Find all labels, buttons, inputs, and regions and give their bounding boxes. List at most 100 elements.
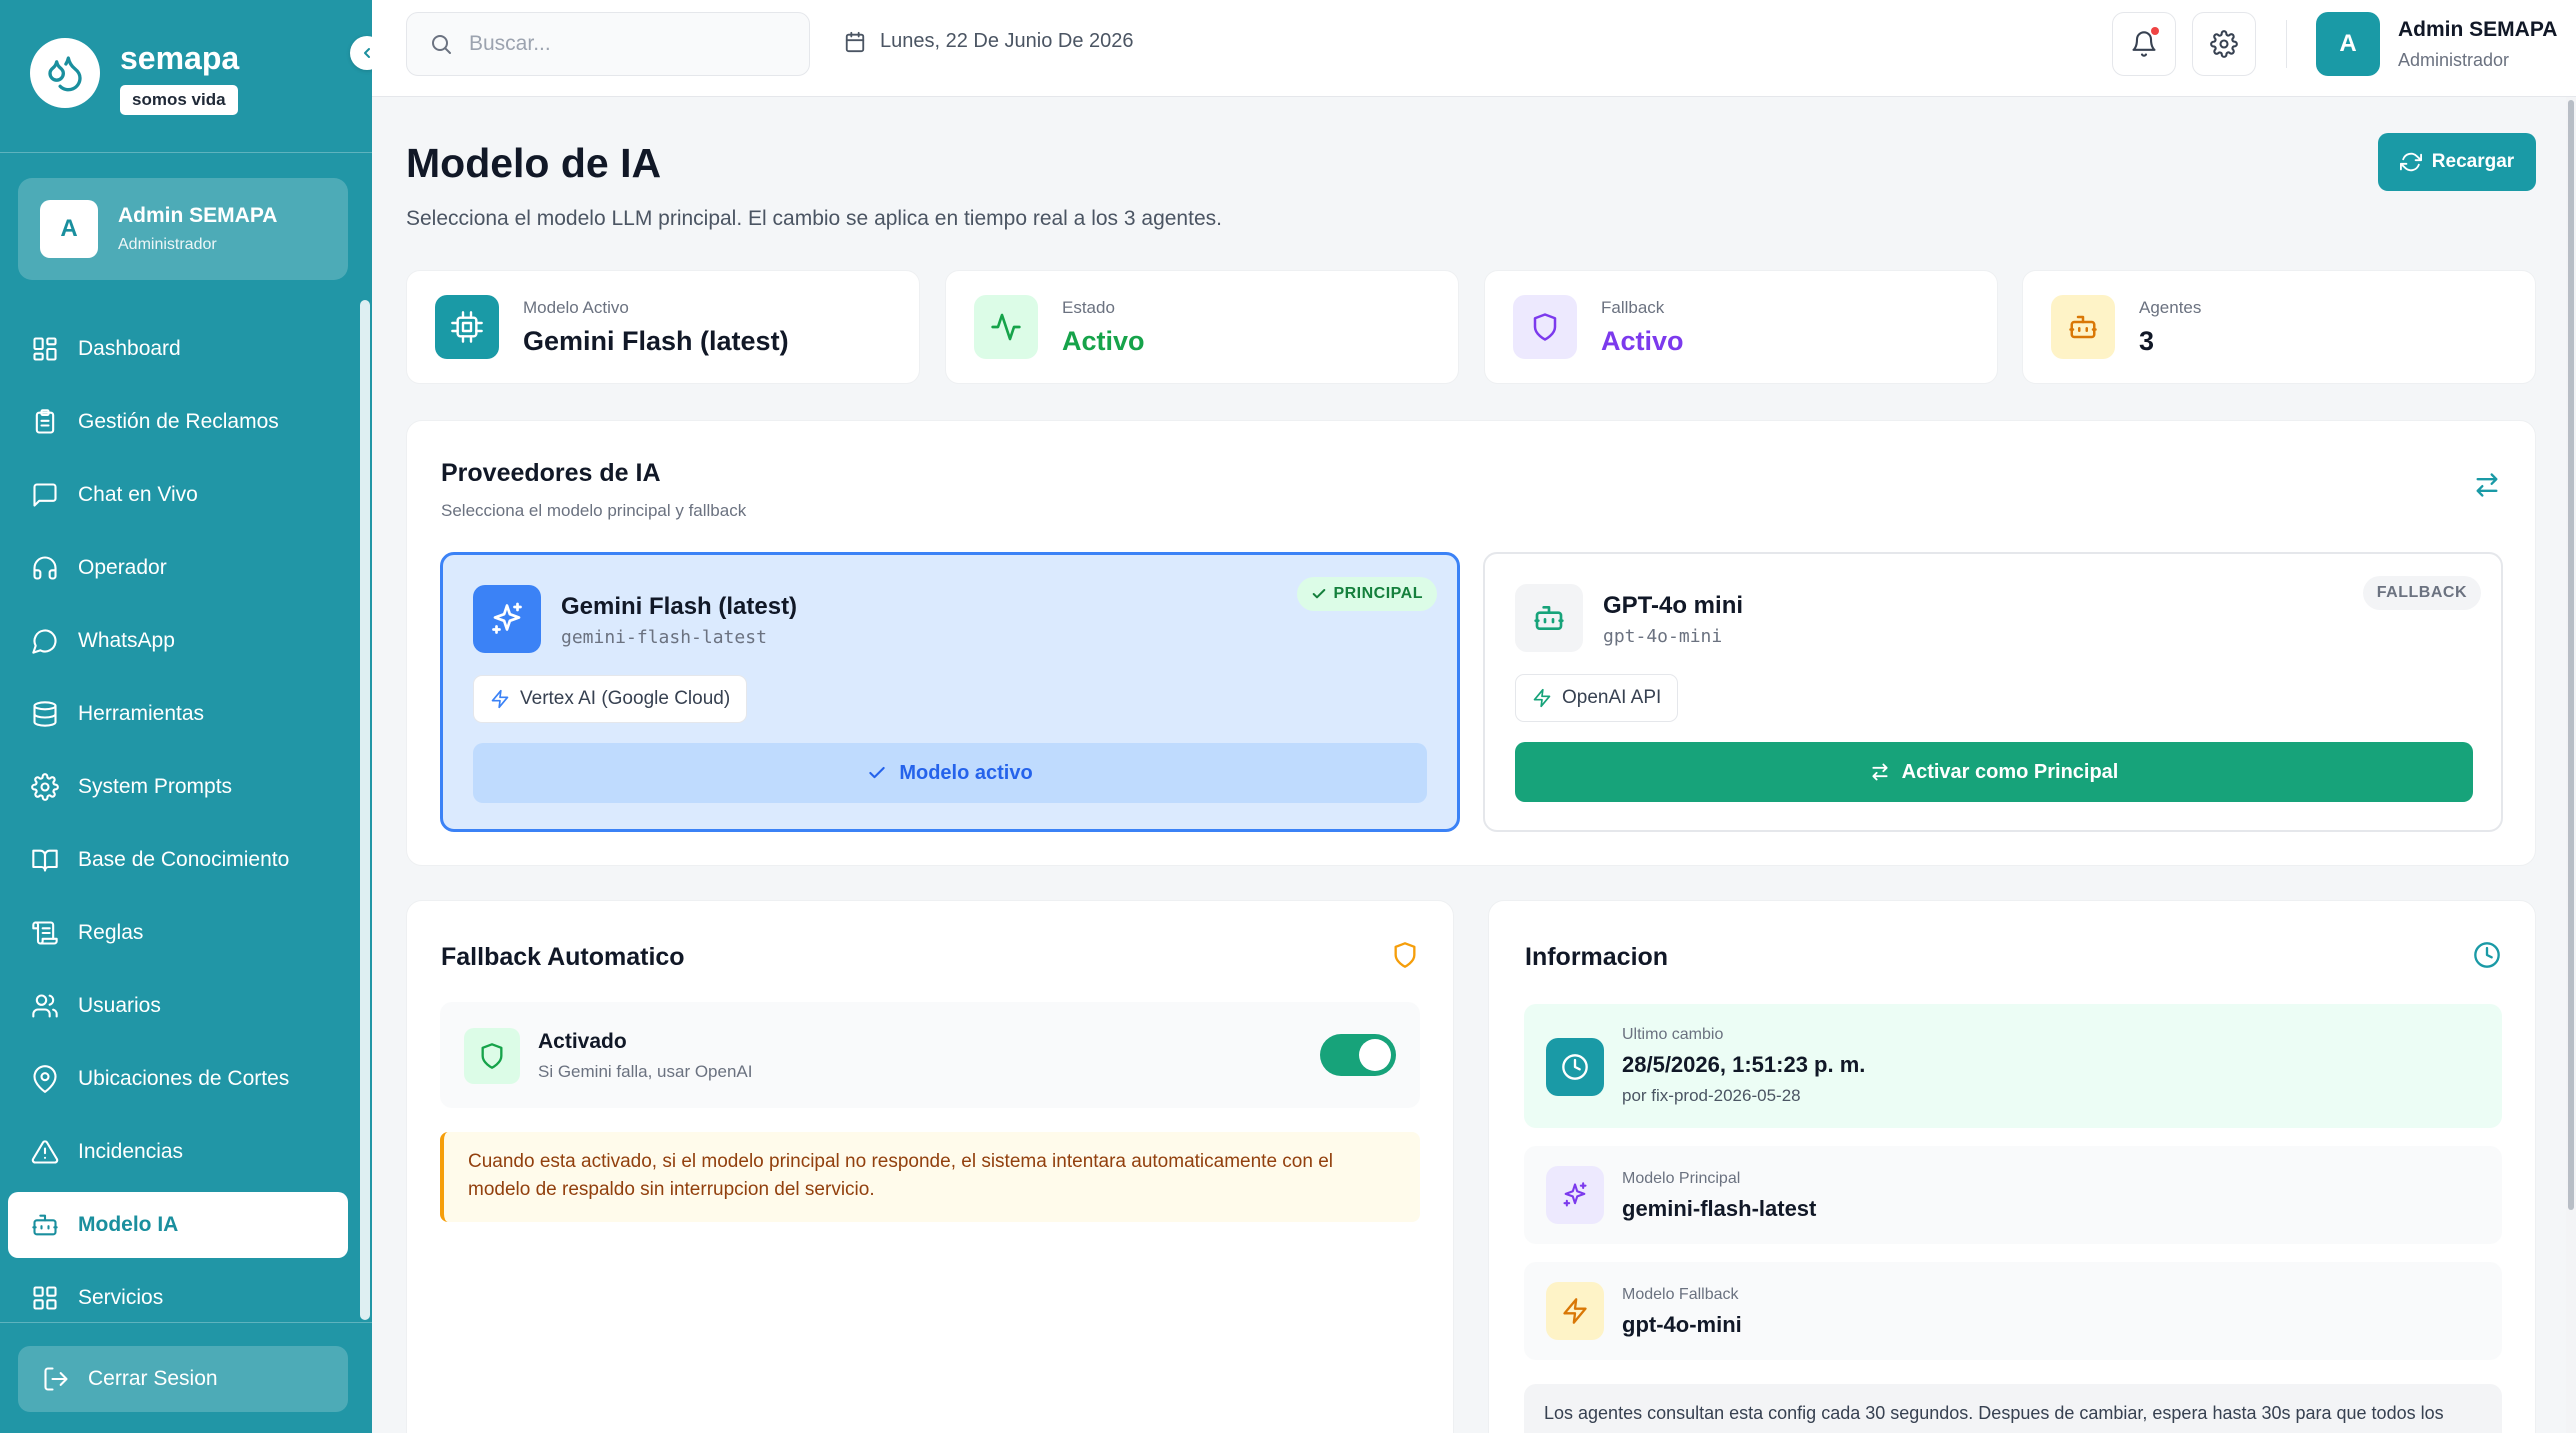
topbar-divider (2286, 20, 2287, 68)
sidebar-item-reclamos[interactable]: Gestión de Reclamos (8, 389, 348, 455)
provider-card-gpt[interactable]: GPT-4o mini gpt-4o-mini FALLBACK OpenAI … (1483, 552, 2503, 832)
sidebar-item-label: Reglas (78, 921, 144, 944)
active-model-label: Modelo activo (899, 761, 1033, 784)
sidebar-item-modelo-ia[interactable]: Modelo IA (8, 1192, 348, 1258)
sidebar-item-usuarios[interactable]: Usuarios (8, 973, 348, 1039)
water-drop-logo-icon (30, 38, 100, 108)
sidebar-item-incidencias[interactable]: Incidencias (8, 1119, 348, 1185)
sidebar-user-role: Administrador (118, 236, 217, 253)
stat-value: Gemini Flash (latest) (523, 325, 789, 356)
swap-icon[interactable] (2473, 471, 2501, 499)
sidebar-item-dashboard[interactable]: Dashboard (8, 316, 348, 382)
sparkles-icon (473, 585, 541, 653)
topbar-user-menu[interactable]: A Admin SEMAPA Administrador (2316, 12, 2557, 76)
sidebar-item-reglas[interactable]: Reglas (8, 900, 348, 966)
sidebar-item-ubicaciones[interactable]: Ubicaciones de Cortes (8, 1046, 348, 1112)
fallback-warning: Cuando esta activado, si el modelo princ… (440, 1132, 1420, 1222)
settings-button[interactable] (2192, 12, 2256, 76)
clock-icon (2473, 941, 2501, 969)
sidebar-scrollbar[interactable] (360, 300, 370, 1320)
refresh-icon (2399, 151, 2422, 173)
activate-principal-button[interactable]: Activar como Principal (1515, 742, 2473, 802)
info-extra: por fix-prod-2026-05-28 (1622, 1086, 1801, 1105)
shield-icon (1513, 295, 1577, 359)
info-value: gpt-4o-mini (1622, 1312, 1742, 1337)
sidebar-item-system-prompts[interactable]: System Prompts (8, 754, 348, 820)
book-icon (30, 845, 60, 875)
info-note: Los agentes consultan esta config cada 3… (1524, 1384, 2502, 1433)
stat-value: 3 (2139, 325, 2155, 356)
sidebar-nav: Dashboard Gestión de Reclamos Chat en Vi… (8, 316, 348, 1338)
gear-icon (2210, 30, 2238, 58)
sidebar-item-herramientas[interactable]: Herramientas (8, 681, 348, 747)
brand-name: semapa (120, 40, 240, 76)
page-scrollbar[interactable] (2568, 100, 2574, 1210)
sidebar-item-label: Servicios (78, 1286, 164, 1309)
lightning-icon (1532, 688, 1552, 708)
info-label: Modelo Fallback (1622, 1286, 1739, 1303)
provider-label: OpenAI API (1562, 687, 1662, 708)
fallback-status-label: Activado (538, 1030, 627, 1053)
database-icon (30, 699, 60, 729)
active-model-button[interactable]: Modelo activo (473, 743, 1427, 803)
clipboard-icon (30, 407, 60, 437)
sidebar-item-base-conocimiento[interactable]: Base de Conocimiento (8, 827, 348, 893)
sidebar-item-label: WhatsApp (78, 629, 175, 652)
stat-card-active-model: Modelo Activo Gemini Flash (latest) (406, 270, 920, 384)
info-primary-model: Modelo Principal gemini-flash-latest (1524, 1146, 2502, 1244)
info-label: Ultimo cambio (1622, 1026, 1724, 1043)
info-label: Modelo Principal (1622, 1170, 1741, 1187)
sidebar-item-label: Dashboard (78, 337, 181, 360)
provider-label: Vertex AI (Google Cloud) (520, 688, 731, 709)
check-icon (867, 763, 887, 783)
swap-icon (1870, 762, 1890, 782)
sidebar-user-card: A Admin SEMAPA Administrador (18, 178, 348, 280)
provider-model-code: gpt-4o-mini (1603, 626, 1723, 647)
reload-button[interactable]: Recargar (2378, 133, 2536, 191)
badge-label: PRINCIPAL (1333, 585, 1423, 602)
alert-triangle-icon (30, 1137, 60, 1167)
cpu-chip-icon (435, 295, 499, 359)
sidebar-item-label: Operador (78, 556, 167, 579)
grid-icon (30, 1283, 60, 1313)
bot-icon (1515, 584, 1583, 652)
lightning-icon (1546, 1282, 1604, 1340)
scroll-icon (30, 918, 60, 948)
topbar: Lunes, 22 De Junio De 2026 A Admin SEMAP… (372, 0, 2576, 97)
dashboard-icon (30, 334, 60, 364)
sidebar-item-operador[interactable]: Operador (8, 535, 348, 601)
sidebar-item-label: Gestión de Reclamos (78, 410, 279, 433)
sidebar-item-whatsapp[interactable]: WhatsApp (8, 608, 348, 674)
sidebar-item-chat[interactable]: Chat en Vivo (8, 462, 348, 528)
sidebar-item-label: Chat en Vivo (78, 483, 198, 506)
logout-button[interactable]: Cerrar Sesion (18, 1346, 348, 1412)
activity-icon (974, 295, 1038, 359)
search-input[interactable] (469, 32, 789, 56)
fallback-title: Fallback Automatico (441, 943, 685, 971)
fallback-toggle-row: Activado Si Gemini falla, usar OpenAI (440, 1002, 1420, 1108)
info-value: 28/5/2026, 1:51:23 p. m. (1622, 1052, 1866, 1077)
sidebar-item-label: Base de Conocimiento (78, 848, 290, 871)
whatsapp-icon (30, 626, 60, 656)
stat-value: Activo (1601, 325, 1684, 356)
sidebar-item-label: Modelo IA (78, 1213, 179, 1236)
fallback-toggle[interactable] (1320, 1034, 1396, 1076)
shield-icon (1391, 941, 1419, 969)
principal-badge: PRINCIPAL (1297, 577, 1437, 611)
stat-card-fallback: Fallback Activo (1484, 270, 1998, 384)
chat-icon (30, 480, 60, 510)
stat-label: Fallback (1601, 297, 1665, 317)
toggle-knob (1359, 1039, 1391, 1071)
providers-subtitle: Selecciona el modelo principal y fallbac… (441, 501, 747, 520)
provider-card-gemini[interactable]: Gemini Flash (latest) gemini-flash-lates… (440, 552, 1460, 832)
stat-label: Modelo Activo (523, 297, 629, 317)
notifications-button[interactable] (2112, 12, 2176, 76)
current-date: Lunes, 22 De Junio De 2026 (844, 30, 1134, 53)
avatar: A (2316, 12, 2380, 76)
search-icon (429, 32, 453, 56)
provider-model-code: gemini-flash-latest (561, 627, 767, 648)
reload-label: Recargar (2431, 151, 2515, 172)
map-pin-icon (30, 1064, 60, 1094)
stat-value: Activo (1062, 325, 1145, 356)
search-box[interactable] (406, 12, 810, 76)
